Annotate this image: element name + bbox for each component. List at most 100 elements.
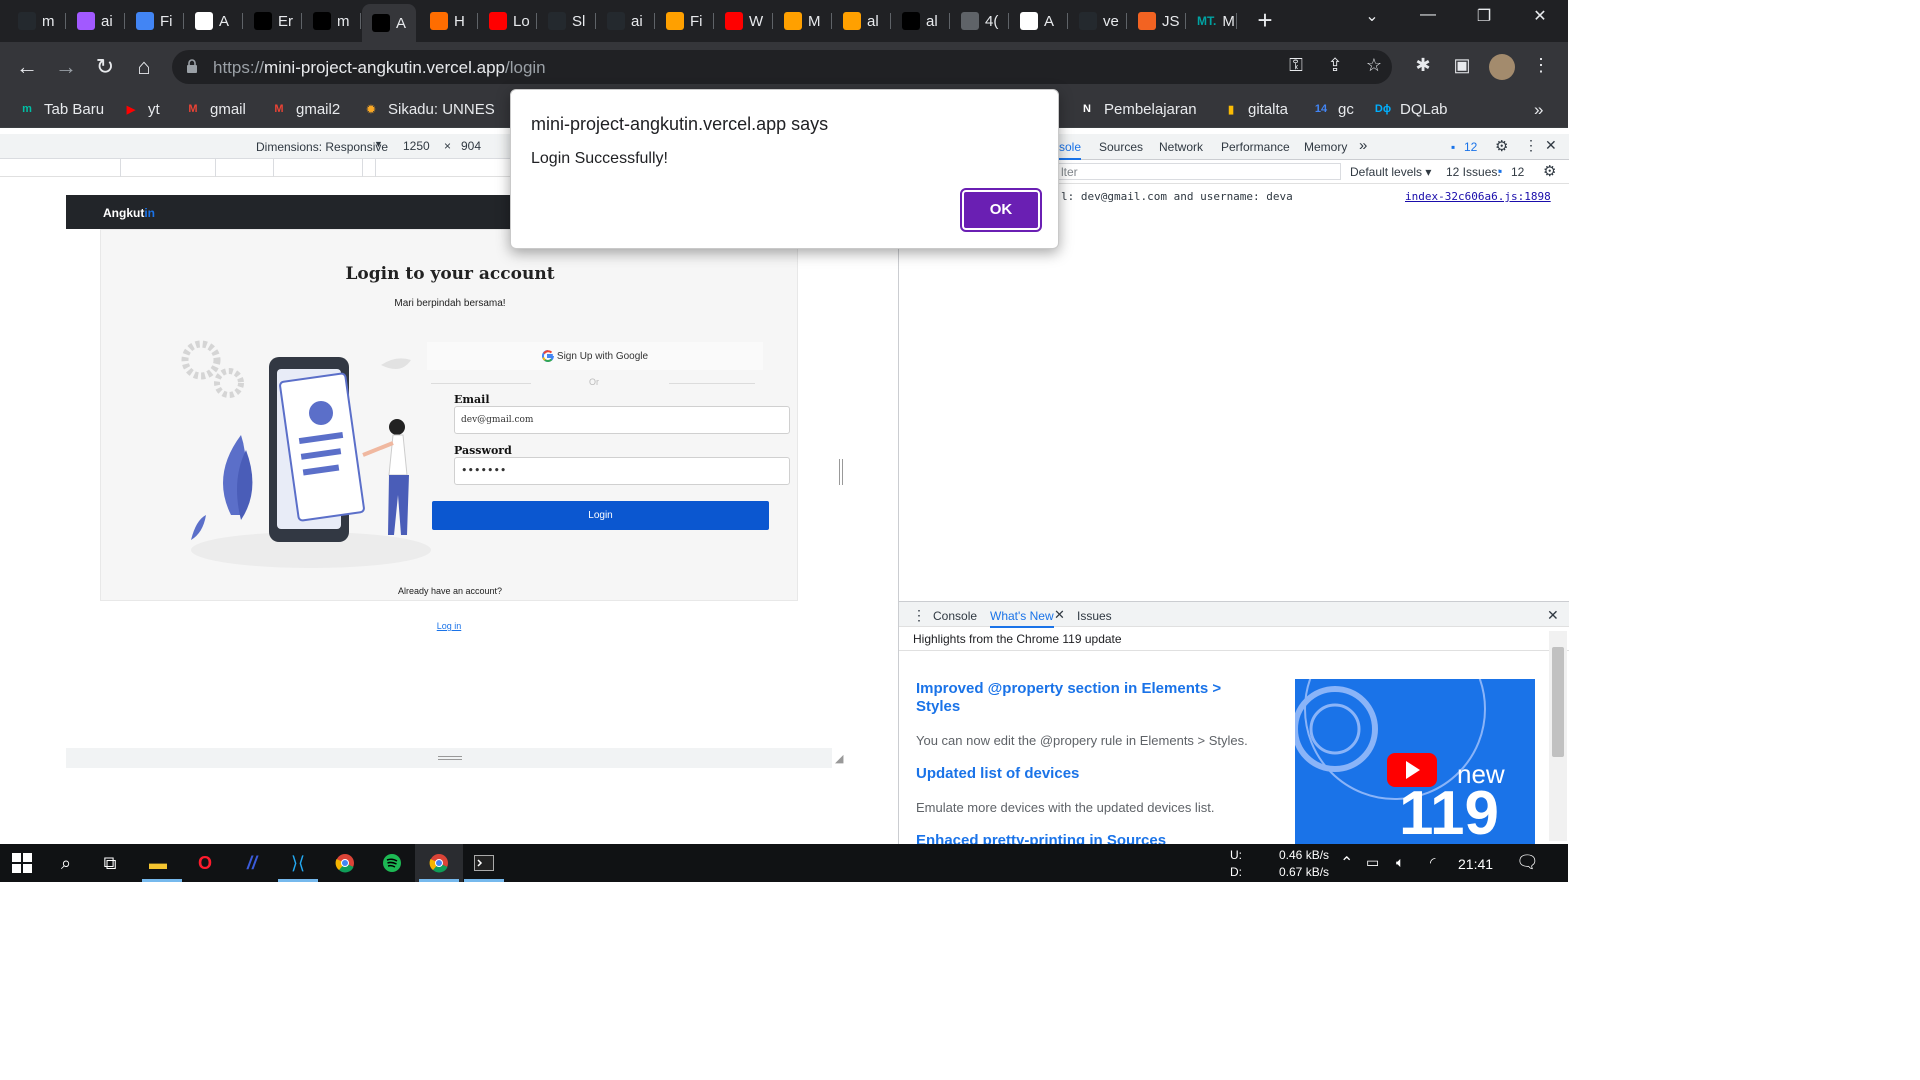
wifi-icon[interactable]: ◜ [1430, 854, 1435, 871]
forward-icon[interactable]: → [53, 54, 79, 80]
whats-new-item-title[interactable]: Enhaced pretty-printing in Sources [916, 832, 1166, 844]
clock-time[interactable]: 21:41 [1458, 856, 1493, 872]
chrome-icon[interactable] [333, 851, 357, 875]
browser-tab[interactable]: A [185, 6, 243, 36]
search-icon[interactable]: ⌕ [54, 851, 78, 875]
bookmarks-overflow-icon[interactable]: » [1534, 100, 1543, 120]
drawer-close-icon[interactable]: ✕ [1547, 607, 1559, 624]
bookmark-item[interactable]: m Tab Baru [18, 100, 104, 118]
browser-tab[interactable]: Er [244, 6, 302, 36]
reload-icon[interactable]: ↻ [92, 54, 118, 80]
close-window-icon[interactable]: ✕ [1520, 6, 1560, 26]
browser-tab[interactable]: m [8, 6, 66, 36]
width-input[interactable]: 1250 [403, 139, 430, 153]
back-icon[interactable]: ← [14, 54, 40, 80]
profile-avatar[interactable] [1489, 54, 1515, 80]
email-field[interactable]: dev@gmail.com [454, 406, 790, 434]
browser-tab[interactable]: ai [597, 6, 655, 36]
terminal-icon[interactable] [472, 851, 496, 875]
issues-icon[interactable]: ▪ [1498, 164, 1502, 178]
google-signup-button[interactable]: Sign Up with Google [427, 342, 763, 370]
close-whats-new-icon[interactable]: ✕ [1054, 607, 1065, 623]
browser-tab[interactable]: A [1010, 6, 1068, 36]
drawer-scrollbar[interactable] [1549, 631, 1567, 841]
browser-tab[interactable]: Sl [538, 6, 596, 36]
minimize-icon[interactable]: — [1408, 6, 1448, 24]
browser-tab[interactable]: al [892, 6, 950, 36]
tab-memory[interactable]: Memory [1304, 140, 1347, 154]
tab-network[interactable]: Network [1159, 140, 1203, 154]
spotify-icon[interactable] [380, 851, 404, 875]
dimensions-select[interactable]: Dimensions: Responsive [256, 140, 388, 154]
console-settings-icon[interactable]: ⚙ [1543, 162, 1556, 180]
console-filter-input[interactable]: lter [1057, 163, 1341, 180]
volume-icon[interactable]: 🔈︎ [1396, 854, 1404, 871]
browser-tab[interactable]: A✕ [362, 4, 416, 42]
drawer-menu-icon[interactable]: ⋮ [912, 607, 926, 624]
tab-performance[interactable]: Performance [1221, 140, 1290, 154]
browser-tab[interactable]: Fi [126, 6, 184, 36]
tray-overflow-icon[interactable]: ⌃ [1340, 853, 1353, 873]
browser-tab[interactable]: MT. M [1187, 6, 1237, 36]
browser-tab[interactable]: al [833, 6, 891, 36]
tab-sources[interactable]: Sources [1099, 140, 1143, 154]
share-icon[interactable]: ⇪ [1322, 55, 1348, 76]
bookmark-item[interactable]: N Pembelajaran [1078, 100, 1197, 118]
browser-tab[interactable]: ai [67, 6, 125, 36]
devtools-menu-icon[interactable]: ⋮ [1524, 137, 1538, 154]
bookmark-item[interactable]: 14 gc [1312, 100, 1354, 118]
more-tabs-icon[interactable]: » [1359, 137, 1367, 154]
notifications-icon[interactable]: 🗨︎ [1516, 852, 1539, 873]
bookmark-item[interactable]: ▮ gitalta [1222, 100, 1288, 118]
battery-icon[interactable]: ▭ [1366, 854, 1379, 871]
address-bar[interactable]: https://mini-project-angkutin.vercel.app… [172, 50, 1392, 84]
browser-tab[interactable]: 4( [951, 6, 1009, 36]
bookmark-item[interactable]: Dϕ DQLab [1374, 100, 1448, 118]
ok-button[interactable]: OK [960, 188, 1042, 232]
login-link[interactable]: Log in [66, 621, 832, 631]
bookmark-item[interactable]: ▶ yt [122, 100, 160, 118]
side-panel-icon[interactable]: ▣ [1449, 55, 1475, 76]
vscode-icon[interactable]: ⟩⟨ [286, 851, 310, 875]
height-input[interactable]: 904 [461, 139, 481, 153]
drawer-tab-console[interactable]: Console [933, 609, 977, 623]
drawer-tab-whats-new[interactable]: What's New [990, 609, 1054, 628]
browser-tab[interactable]: m [303, 6, 361, 36]
opera-icon[interactable]: O [193, 851, 217, 875]
new-tab-button[interactable]: + [1252, 7, 1278, 34]
browser-tab[interactable]: Lo [479, 6, 537, 36]
issues-badge-icon[interactable]: ▪ [1451, 140, 1455, 154]
chrome-119-promo-image[interactable]: new 119 [1295, 679, 1535, 844]
brand-logo[interactable]: Angkutin [103, 206, 155, 220]
task-view-icon[interactable]: ⧉ [98, 851, 122, 875]
tab-search-icon[interactable]: ⌄ [1352, 6, 1392, 26]
file-explorer-icon[interactable]: ▬ [146, 851, 170, 875]
browser-tab[interactable]: ve [1069, 6, 1127, 36]
browser-tab[interactable]: Fi [656, 6, 714, 36]
browser-tab[interactable]: JS [1128, 6, 1186, 36]
login-button[interactable]: Login [432, 501, 769, 530]
password-field[interactable]: ••••••• [454, 457, 790, 485]
restore-icon[interactable]: ❐ [1464, 6, 1504, 26]
whats-new-item-title[interactable]: Improved @property section in Elements >… [916, 680, 1236, 716]
home-icon[interactable]: ⌂ [131, 54, 157, 80]
devtools-close-icon[interactable]: ✕ [1545, 137, 1557, 154]
chrome-active-icon[interactable] [427, 851, 451, 875]
whats-new-item-title[interactable]: Updated list of devices [916, 765, 1079, 783]
key-icon[interactable]: ⚿ [1283, 55, 1309, 76]
browser-tab[interactable]: M [774, 6, 832, 36]
viewport-resize-handle-bottom[interactable] [66, 748, 832, 768]
viewport-resize-handle-right[interactable] [839, 459, 843, 485]
drawer-tab-issues[interactable]: Issues [1077, 609, 1112, 623]
console-log-source-link[interactable]: index-32c606a6.js:1898 [1405, 190, 1551, 203]
windows-start-icon[interactable] [10, 851, 34, 875]
browser-tab[interactable]: H [420, 6, 478, 36]
browser-tab[interactable]: W [715, 6, 773, 36]
issues-count[interactable]: 12 [1511, 165, 1524, 179]
notepad-plus-icon[interactable]: // [240, 851, 264, 875]
tab-console[interactable]: sole [1059, 140, 1082, 160]
bookmark-item[interactable]: Mgmail [184, 100, 245, 118]
bookmark-item[interactable]: ✹ Sikadu: UNNES [362, 100, 494, 118]
extensions-icon[interactable]: ✱ [1410, 55, 1436, 76]
menu-icon[interactable]: ⋮ [1528, 55, 1554, 76]
